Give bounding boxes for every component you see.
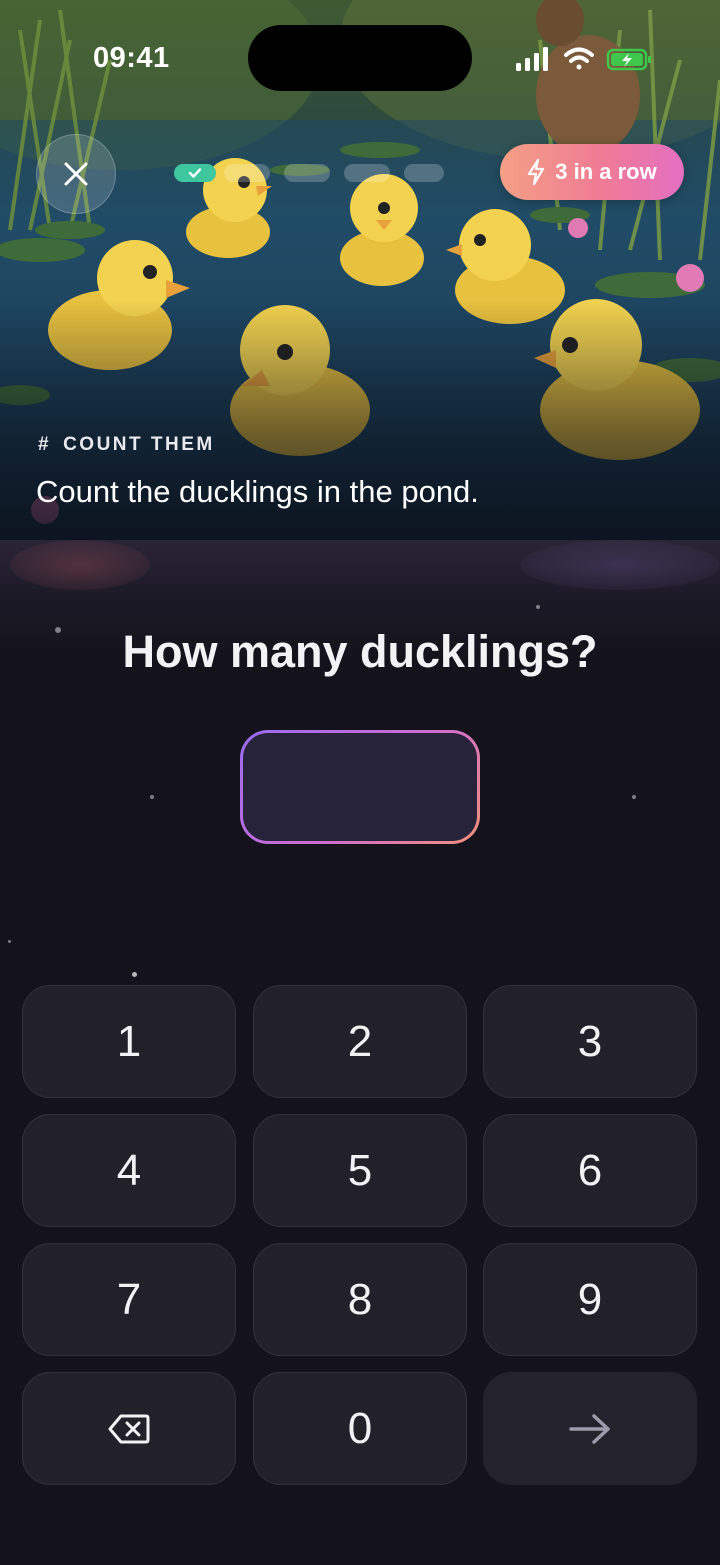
fade-glow-left xyxy=(10,540,150,590)
wifi-icon xyxy=(564,47,594,70)
fade-glow-right xyxy=(520,540,720,590)
status-time: 09:41 xyxy=(93,42,170,74)
key-0[interactable]: 0 xyxy=(253,1372,467,1485)
battery-icon xyxy=(606,48,651,71)
answer-value xyxy=(243,733,477,841)
key-1[interactable]: 1 xyxy=(22,985,236,1098)
signal-icon xyxy=(516,47,548,71)
progress-segment-done xyxy=(174,164,216,182)
checkmark-icon xyxy=(188,168,202,178)
arrow-right-icon xyxy=(569,1413,610,1444)
lightning-bolt-icon xyxy=(528,159,545,185)
progress-bar xyxy=(174,164,444,182)
key-3[interactable]: 3 xyxy=(483,985,697,1098)
question-title: How many ducklings? xyxy=(122,626,598,677)
sparkle xyxy=(632,795,636,799)
key-2[interactable]: 2 xyxy=(253,985,467,1098)
category-tag: # COUNT THEM xyxy=(38,434,215,456)
key-7[interactable]: 7 xyxy=(22,1243,236,1356)
key-5[interactable]: 5 xyxy=(253,1114,467,1227)
backspace-key[interactable] xyxy=(22,1372,236,1485)
streak-label: 3 in a row xyxy=(555,159,657,184)
sparkle xyxy=(150,795,154,799)
category-label: COUNT THEM xyxy=(63,434,215,455)
key-6[interactable]: 6 xyxy=(483,1114,697,1227)
key-9[interactable]: 9 xyxy=(483,1243,697,1356)
key-4[interactable]: 4 xyxy=(22,1114,236,1227)
sparkle xyxy=(536,605,540,609)
progress-segment xyxy=(284,164,330,182)
status-icons xyxy=(516,47,651,71)
prompt-caption: Count the ducklings in the pond. xyxy=(36,474,479,509)
sparkle xyxy=(8,940,11,943)
progress-segment xyxy=(224,164,270,182)
submit-button[interactable] xyxy=(483,1372,697,1485)
close-button[interactable] xyxy=(36,134,116,214)
dynamic-island xyxy=(248,25,472,91)
key-8[interactable]: 8 xyxy=(253,1243,467,1356)
hash-icon: # xyxy=(38,434,52,455)
streak-badge: 3 in a row xyxy=(500,144,684,200)
progress-segment xyxy=(404,164,444,182)
sparkle xyxy=(132,972,137,977)
backspace-icon xyxy=(108,1414,150,1443)
close-icon xyxy=(64,162,88,186)
progress-segment xyxy=(344,164,390,182)
answer-field[interactable] xyxy=(240,730,480,844)
